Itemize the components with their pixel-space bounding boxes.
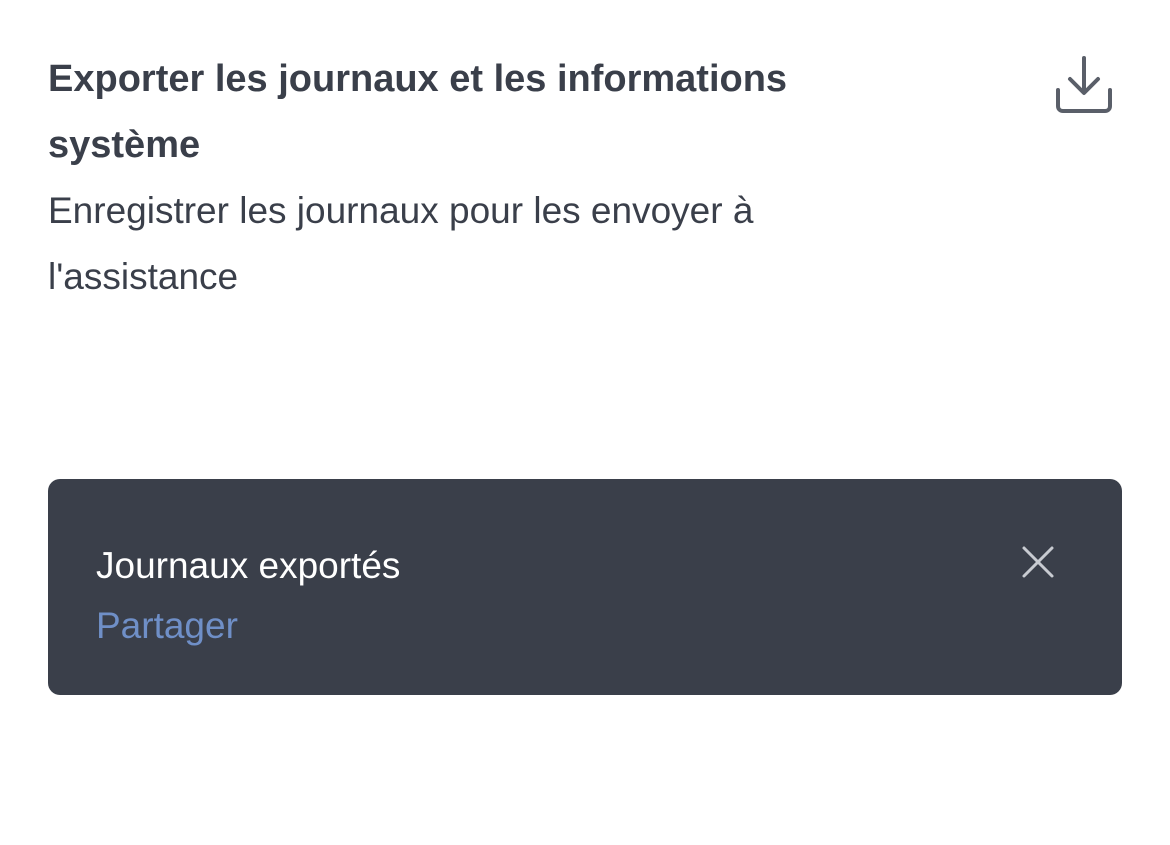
export-logs-row[interactable]: Exporter les journaux et les information… [48,46,1122,316]
download-button[interactable] [1046,46,1122,122]
share-button[interactable]: Partager [96,595,238,657]
export-logs-description: Enregistrer les journaux pour les envoye… [48,190,754,297]
download-icon [1056,56,1112,113]
close-button[interactable] [1014,538,1062,586]
export-logs-title: Exporter les journaux et les information… [48,58,788,166]
snackbar: Journaux exportés Partager [48,479,1122,695]
export-logs-text: Exporter les journaux et les information… [48,46,928,310]
close-icon [1022,546,1054,578]
snackbar-message: Journaux exportés [96,545,401,586]
